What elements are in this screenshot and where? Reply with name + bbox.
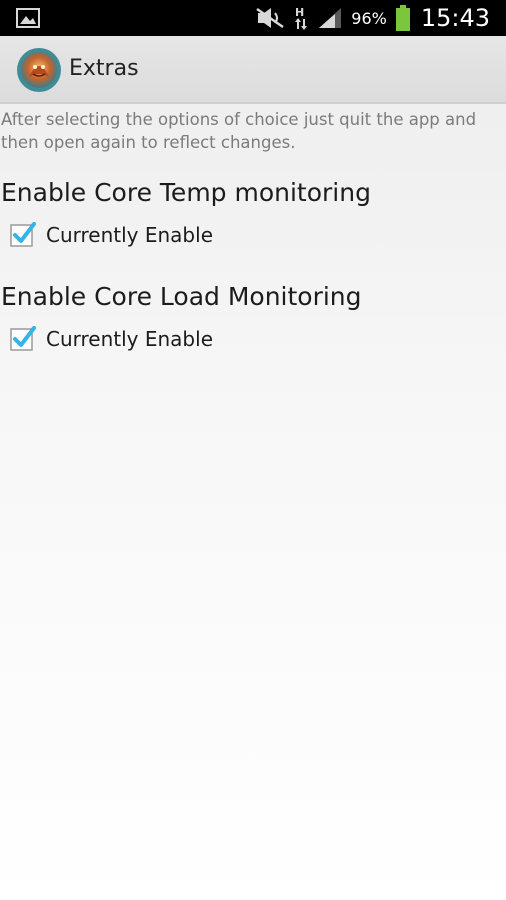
- action-bar: Extras: [0, 36, 506, 104]
- battery-percent: 96%: [351, 8, 387, 28]
- checkbox-label-core-temp: Currently Enable: [46, 223, 213, 247]
- checkbox-checked-icon[interactable]: [10, 326, 36, 352]
- checkbox-row-core-load[interactable]: Currently Enable: [10, 324, 213, 354]
- network-hplus-icon: H: [293, 5, 309, 31]
- clock: 15:43: [420, 4, 490, 32]
- svg-text:H: H: [295, 6, 304, 19]
- checkbox-checked-icon[interactable]: [10, 222, 36, 248]
- app-logo-icon[interactable]: [16, 47, 62, 93]
- battery-icon: [395, 5, 411, 31]
- mute-icon: [255, 7, 285, 29]
- status-icons: H 96% 15:43: [255, 0, 490, 36]
- checkbox-row-core-temp[interactable]: Currently Enable: [10, 220, 213, 250]
- status-bar: H 96% 15:43: [0, 0, 506, 36]
- page-title: Extras: [69, 56, 139, 81]
- checkbox-label-core-load: Currently Enable: [46, 327, 213, 351]
- instruction-text: After selecting the options of choice ju…: [1, 110, 477, 152]
- section-title-core-load: Enable Core Load Monitoring: [1, 282, 362, 311]
- section-title-core-temp: Enable Core Temp monitoring: [1, 178, 371, 207]
- image-notification-icon: [16, 8, 40, 28]
- signal-icon: [317, 6, 343, 30]
